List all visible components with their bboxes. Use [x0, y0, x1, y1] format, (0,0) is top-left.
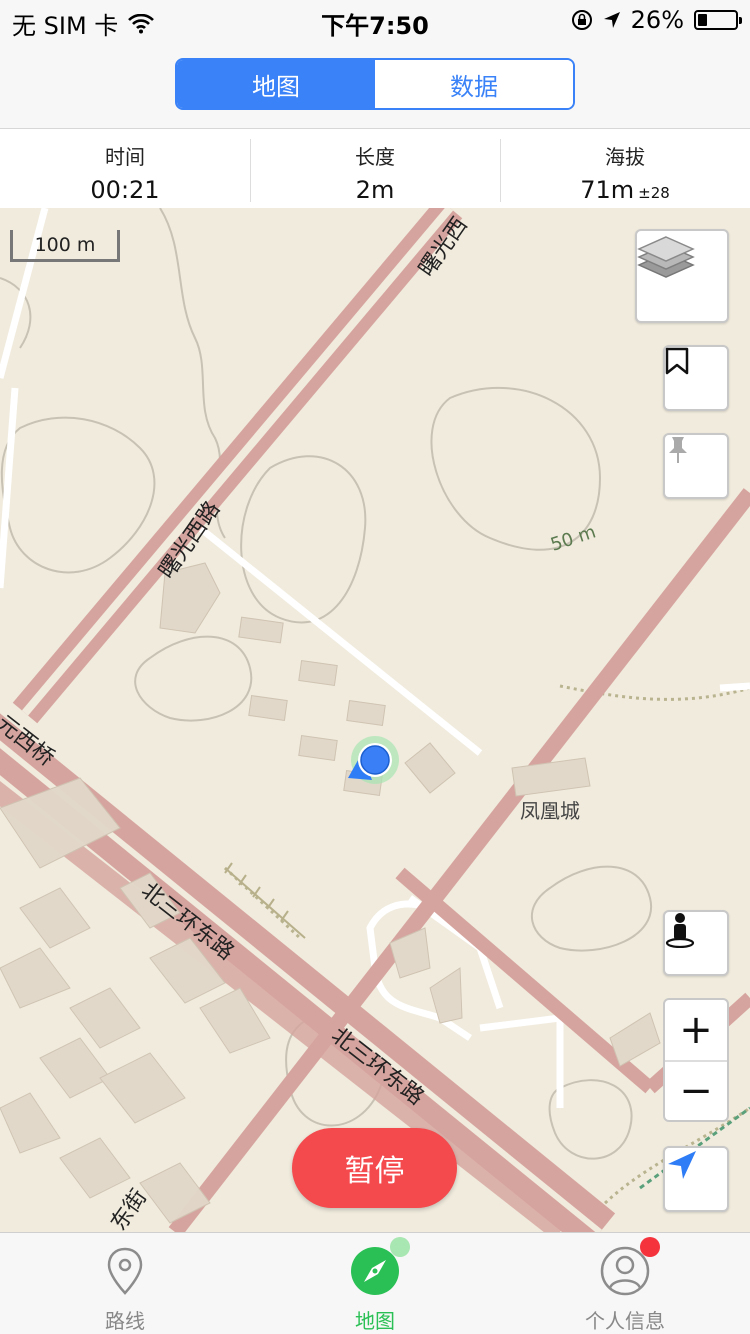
layers-icon — [637, 236, 695, 278]
lock-rotation-icon — [571, 10, 592, 30]
locate-me-button[interactable] — [663, 1146, 729, 1212]
user-location-marker[interactable] — [348, 736, 399, 784]
route-pin-icon — [107, 1247, 143, 1295]
stat-altitude-accuracy: ±28 — [638, 184, 670, 202]
status-right: 26% — [571, 6, 742, 34]
person-icon — [665, 913, 695, 948]
app-root: 无 SIM 卡 下午7:50 26% 地图 数据 时间 00:21 长度 2m … — [0, 0, 750, 1334]
zoom-out-button[interactable]: − — [665, 1060, 727, 1120]
street-view-button[interactable] — [663, 910, 729, 976]
header: 地图 数据 — [0, 40, 750, 128]
tab-map-view[interactable]: 地图 — [177, 60, 375, 108]
stat-altitude: 海拔 71m ±28 — [500, 129, 750, 208]
navigate-icon — [668, 1151, 696, 1179]
zoom-in-button[interactable]: + — [665, 1000, 727, 1060]
tab-map-label: 地图 — [355, 1309, 395, 1333]
view-switcher: 地图 数据 — [175, 58, 575, 110]
contour-label: 50 m — [548, 522, 598, 556]
stat-length-label: 长度 — [355, 145, 395, 169]
tab-data-view[interactable]: 数据 — [375, 60, 573, 108]
tab-bar: 路线 地图 个人信息 — [0, 1232, 750, 1334]
stat-altitude-label: 海拔 — [605, 145, 645, 169]
stat-length: 长度 2m — [250, 129, 500, 208]
pause-button[interactable]: 暂停 — [292, 1128, 457, 1208]
battery-icon — [694, 10, 742, 30]
road-label-street-bottom: 东街 — [106, 1185, 152, 1232]
zoom-control: + − — [663, 998, 729, 1122]
bookmark-button[interactable] — [663, 345, 729, 411]
track-stats: 时间 00:21 长度 2m 海拔 71m ±28 — [0, 128, 750, 208]
status-bar: 无 SIM 卡 下午7:50 26% — [0, 0, 750, 40]
map-canvas[interactable]: 曙光西 曙光西路 北三环东路 北三环东路 元西桥 东街 50 m 凤凰城 — [0, 208, 750, 1232]
tab-route[interactable]: 路线 — [0, 1233, 250, 1334]
buildings — [0, 562, 661, 1224]
place-label: 凤凰城 — [520, 799, 580, 823]
tab-profile[interactable]: 个人信息 — [500, 1233, 750, 1334]
location-arrow-icon — [603, 12, 620, 28]
stat-altitude-value-row: 71m ±28 — [500, 176, 750, 204]
stat-time-value: 00:21 — [90, 176, 160, 204]
map-tab-badge — [390, 1237, 410, 1257]
pin-button[interactable] — [663, 433, 729, 499]
map-view[interactable]: 曙光西 曙光西路 北三环东路 北三环东路 元西桥 东街 50 m 凤凰城 100… — [0, 208, 750, 1232]
layers-button[interactable] — [635, 229, 729, 323]
tab-profile-label: 个人信息 — [585, 1309, 665, 1333]
stat-time: 时间 00:21 — [0, 129, 250, 208]
battery-percent: 26% — [630, 6, 684, 34]
tab-map[interactable]: 地图 — [250, 1233, 500, 1334]
pin-icon — [669, 437, 687, 463]
profile-notification-badge — [640, 1237, 660, 1257]
tab-route-label: 路线 — [105, 1309, 145, 1333]
stat-time-label: 时间 — [105, 145, 145, 169]
scale-bar: 100 m — [10, 230, 120, 262]
bookmark-icon — [665, 347, 689, 375]
stat-altitude-value: 71m — [580, 176, 635, 204]
battery-fill — [698, 14, 708, 26]
stat-length-value: 2m — [355, 176, 395, 204]
